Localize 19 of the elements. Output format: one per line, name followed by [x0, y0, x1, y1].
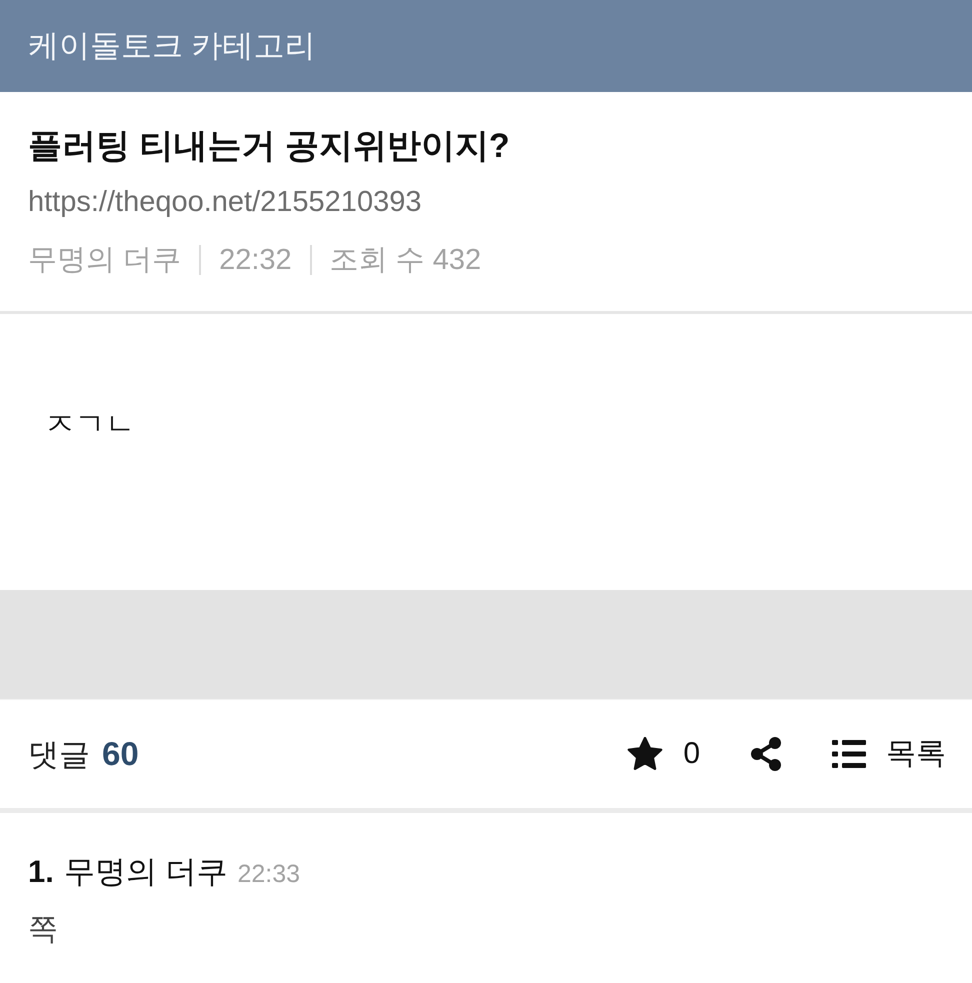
share-button[interactable] — [750, 737, 782, 771]
post-title: 플러팅 티내는거 공지위반이지? — [28, 126, 511, 167]
comment-count: 60 — [102, 734, 139, 774]
post-time: 22:32 — [219, 243, 292, 278]
author-name: 무명의 더쿠 — [28, 243, 182, 278]
post-url-link[interactable]: https://theqoo.net/2155210393 — [28, 178, 422, 226]
share-icon — [750, 737, 782, 771]
star-icon — [627, 737, 664, 771]
favorite-button[interactable]: 0 — [627, 734, 700, 774]
comment-author: 무명의 더쿠 — [64, 853, 228, 891]
list-icon — [832, 740, 866, 768]
list-button[interactable]: 목록 — [832, 734, 946, 774]
comment-time: 22:33 — [237, 859, 300, 890]
view-count: 조회 수 432 — [330, 243, 482, 278]
post-body-text: ㅈㄱㄴ — [45, 407, 136, 443]
category-title: 케이돌토크 카테고리 — [28, 27, 316, 65]
comment-number: 1. — [28, 853, 54, 891]
comment-text: 쪽 — [28, 912, 59, 948]
comments-label: 댓글 — [28, 736, 90, 774]
